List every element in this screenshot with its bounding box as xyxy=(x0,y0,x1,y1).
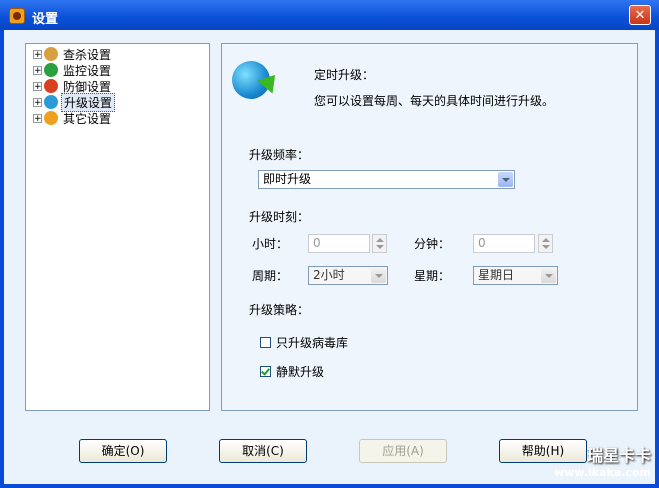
cancel-button[interactable]: 取消(C) xyxy=(219,439,307,463)
section-description: 您可以设置每周、每天的具体时间进行升级。 xyxy=(314,94,555,108)
minute-spinner[interactable] xyxy=(538,234,553,253)
minute-label: 分钟： xyxy=(414,237,451,251)
virus-only-checkbox[interactable] xyxy=(260,337,271,348)
globe-icon xyxy=(44,95,58,109)
time-label: 升级时刻： xyxy=(249,210,310,224)
silent-update-checkbox[interactable] xyxy=(260,366,271,377)
section-title: 定时升级： xyxy=(314,68,375,82)
frequency-select[interactable]: 即时升级 xyxy=(258,170,515,189)
tree-item-label: 查杀设置 xyxy=(63,47,112,62)
weekday-select[interactable]: 星期日 xyxy=(473,266,558,285)
minute-input[interactable]: 0 xyxy=(473,234,535,253)
dialog-body: + 查杀设置 + 监控设置 + 防御设置 + 升级设置 + 其它设置 定时升级：… xyxy=(4,30,655,484)
period-select[interactable]: 2小时 xyxy=(308,266,388,285)
tree-item-monitor[interactable]: + 监控设置 xyxy=(33,62,113,78)
settings-tree: + 查杀设置 + 监控设置 + 防御设置 + 升级设置 + 其它设置 xyxy=(25,43,210,411)
watermark-url: www.ikaka.com xyxy=(554,466,651,479)
weekday-label: 星期： xyxy=(414,269,451,283)
gear-icon xyxy=(44,111,58,125)
globe-update-icon xyxy=(232,61,283,99)
silent-update-label[interactable]: 静默升级 xyxy=(276,363,324,380)
expand-icon[interactable]: + xyxy=(33,81,42,91)
dropdown-arrow-icon[interactable] xyxy=(498,172,513,187)
period-label: 周期： xyxy=(252,269,289,283)
window-title: 设置 xyxy=(32,12,59,27)
watermark-text: 瑞星卡卡 xyxy=(586,446,651,465)
hour-input[interactable]: 0 xyxy=(308,234,370,253)
dropdown-arrow-icon[interactable] xyxy=(371,268,386,283)
shield-icon xyxy=(44,79,58,93)
period-value: 2小时 xyxy=(313,268,345,282)
watermark: 瑞星卡卡 www.ikaka.com xyxy=(531,442,651,482)
apply-button[interactable]: 应用(A) xyxy=(359,439,447,463)
title-bar[interactable]: 设置 ✕ xyxy=(0,0,659,30)
strategy-label: 升级策略： xyxy=(249,303,310,317)
virus-only-label[interactable]: 只升级病毒库 xyxy=(276,334,348,351)
tree-item-label: 监控设置 xyxy=(63,63,112,78)
expand-icon[interactable]: + xyxy=(33,65,42,75)
search-icon xyxy=(44,47,58,61)
hour-label: 小时： xyxy=(252,237,289,251)
hour-spinner[interactable] xyxy=(372,234,387,253)
weekday-value: 星期日 xyxy=(478,268,515,282)
tree-item-update[interactable]: + 升级设置 xyxy=(33,92,116,112)
tree-item-other[interactable]: + 其它设置 xyxy=(33,110,113,126)
tree-item-label: 其它设置 xyxy=(63,111,112,126)
tree-item-scan[interactable]: + 查杀设置 xyxy=(33,46,113,62)
update-settings-panel: 定时升级： 您可以设置每周、每天的具体时间进行升级。 升级频率： 即时升级 升级… xyxy=(221,43,638,411)
app-icon xyxy=(9,8,25,24)
ok-button[interactable]: 确定(O) xyxy=(79,439,167,463)
frequency-label: 升级频率： xyxy=(249,148,310,162)
close-button[interactable]: ✕ xyxy=(629,5,651,25)
expand-icon[interactable]: + xyxy=(33,49,42,59)
expand-icon[interactable]: + xyxy=(33,113,42,123)
frequency-value: 即时升级 xyxy=(263,172,312,186)
umbrella-icon xyxy=(44,63,58,77)
settings-window: 设置 ✕ + 查杀设置 + 监控设置 + 防御设置 + 升级设置 + 其它设置 … xyxy=(0,0,659,488)
dropdown-arrow-icon[interactable] xyxy=(541,268,556,283)
expand-icon[interactable]: + xyxy=(33,97,42,107)
